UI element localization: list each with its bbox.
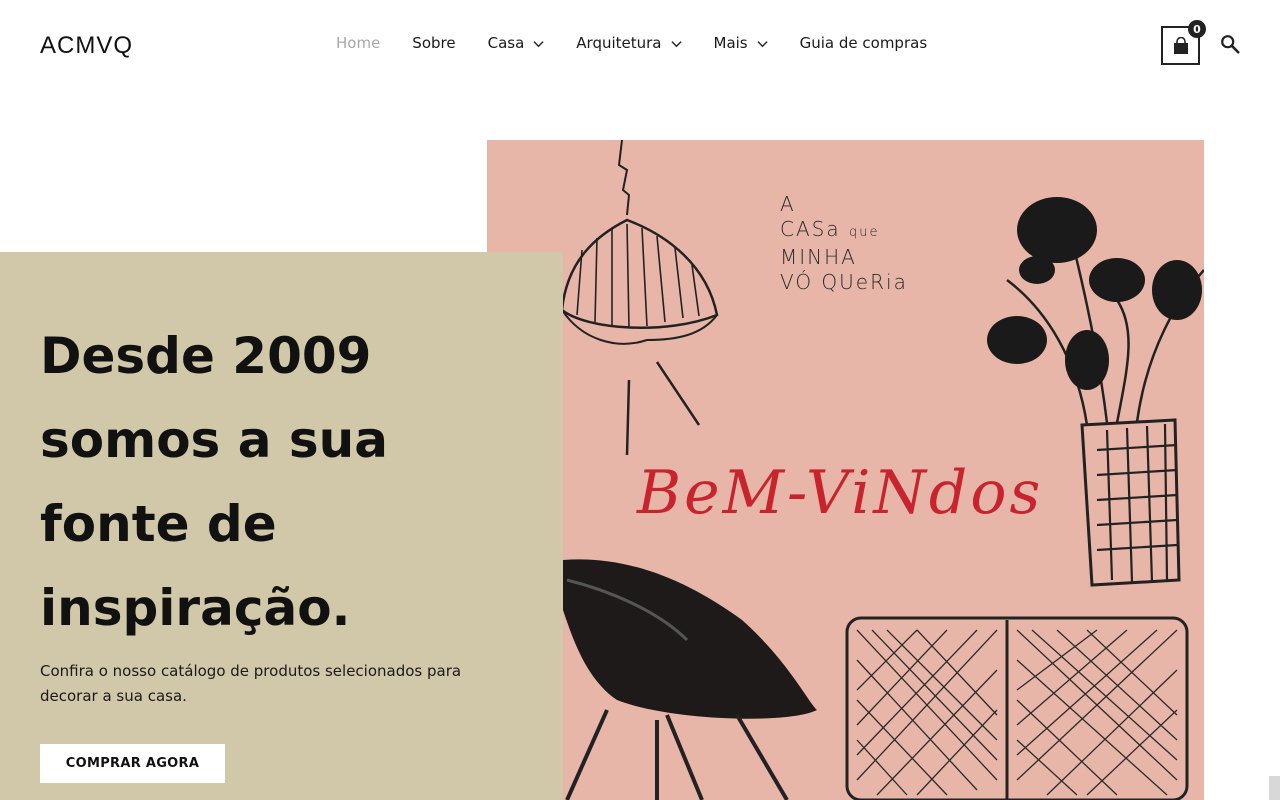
- nav-mais[interactable]: Mais: [714, 34, 768, 52]
- hero-subtext: Confira o nosso catálogo de produtos sel…: [40, 662, 462, 705]
- shopping-bag-icon: [1173, 36, 1188, 54]
- nav-sobre-label: Sobre: [412, 34, 456, 52]
- art-line-2-b: que: [848, 225, 880, 240]
- art-line-1: A: [780, 192, 796, 216]
- nav-casa[interactable]: Casa: [488, 34, 545, 52]
- hero-text-panel: Desde 2009 somos a sua fonte de inspiraç…: [0, 252, 563, 800]
- art-line-2: CASa que: [780, 217, 908, 245]
- welcome-lettering: BeM-ViNdos: [637, 458, 1044, 528]
- cart-count-badge: 0: [1188, 20, 1206, 38]
- art-line-3: MINHA: [780, 245, 857, 269]
- art-line-4: VÓ QUeRia: [780, 270, 908, 294]
- search-icon[interactable]: [1219, 33, 1241, 55]
- lamp-cord: [617, 140, 631, 216]
- nav-arquitetura-label: Arquitetura: [576, 34, 662, 52]
- art-tagline: A CASa que MINHA VÓ QUeRia: [780, 192, 908, 295]
- chevron-down-icon: [670, 40, 682, 47]
- buy-now-button[interactable]: COMPRAR AGORA: [40, 744, 225, 783]
- nav-sobre[interactable]: Sobre: [412, 34, 455, 52]
- nav-home[interactable]: Home: [336, 34, 380, 52]
- hero-illustration: A CASa que MINHA VÓ QUeRia BeM-ViNdos: [487, 140, 1204, 800]
- nav-guia-label: Guia de compras: [799, 34, 928, 52]
- hero-headline: Desde 2009 somos a sua fonte de inspiraç…: [40, 327, 388, 637]
- nav-home-label: Home: [336, 34, 381, 52]
- chevron-down-icon: [533, 40, 544, 47]
- site-header: ACMVQ Home Sobre Casa Arquitetura Mais G…: [0, 0, 1280, 90]
- sideboard-icon: [845, 616, 1189, 800]
- chevron-down-icon: [757, 40, 768, 47]
- scrollbar-thumb[interactable]: [1269, 776, 1280, 800]
- nav-arquitetura[interactable]: Arquitetura: [576, 34, 682, 52]
- cart-button[interactable]: 0: [1161, 20, 1206, 65]
- main-nav: Home Sobre Casa Arquitetura Mais Guia de…: [336, 34, 959, 52]
- nav-guia-de-compras[interactable]: Guia de compras: [800, 34, 928, 52]
- nav-mais-label: Mais: [713, 34, 748, 52]
- art-line-2-a: CASa: [780, 217, 841, 241]
- nav-casa-label: Casa: [487, 34, 525, 52]
- site-logo[interactable]: ACMVQ: [40, 32, 133, 60]
- chair-icon: [563, 559, 817, 800]
